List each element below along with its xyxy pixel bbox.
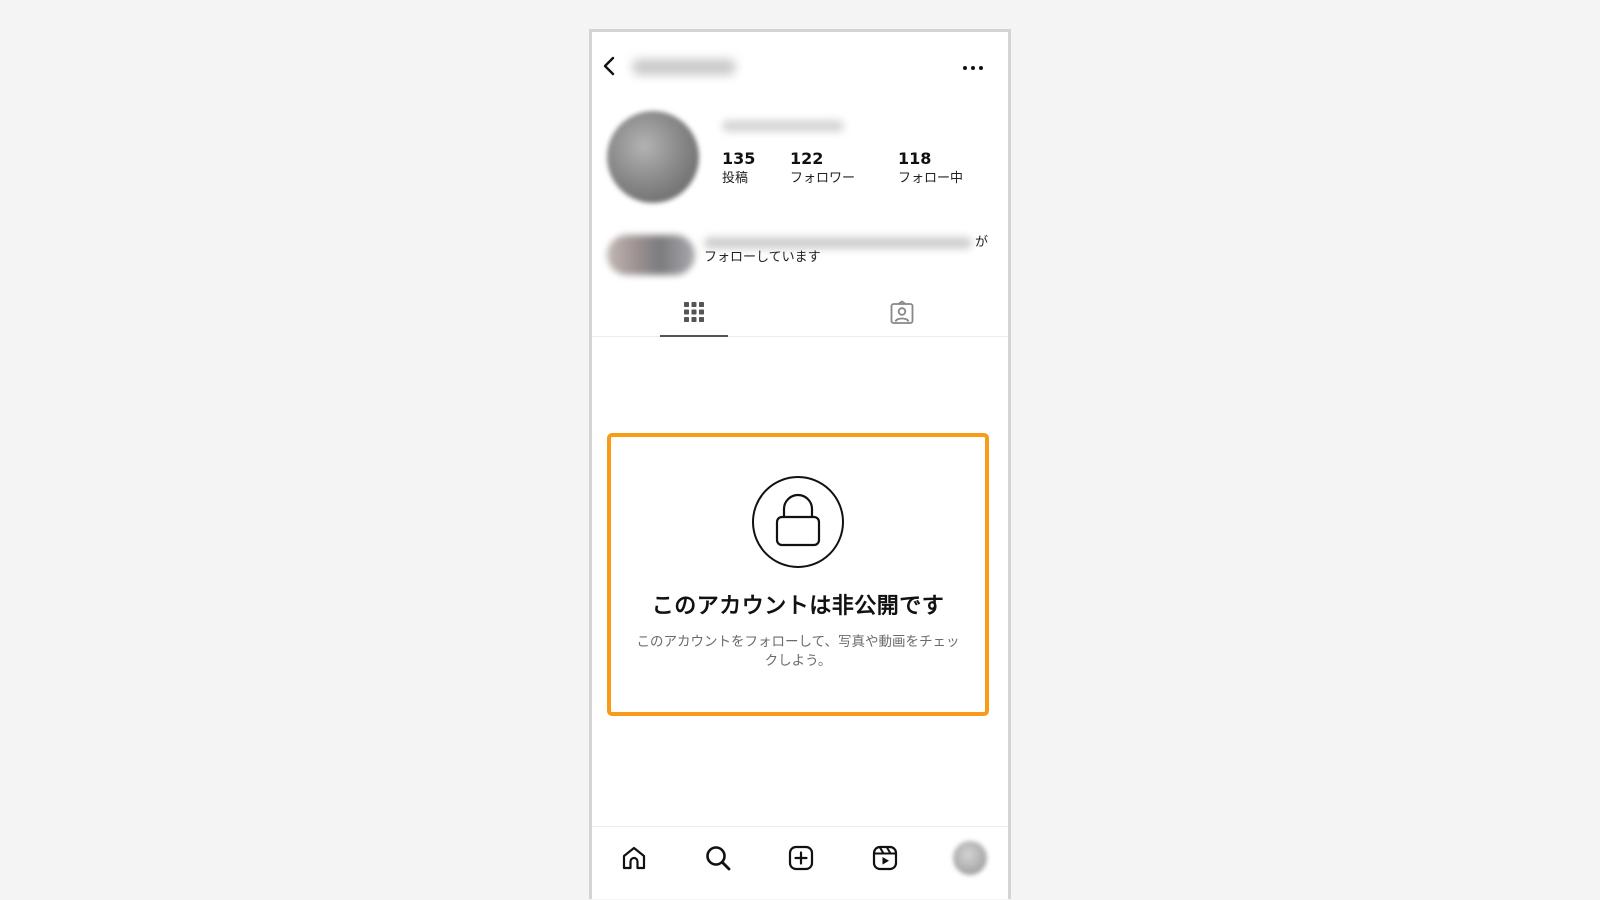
grid-icon bbox=[684, 302, 704, 322]
stat-posts-label: 投稿 bbox=[722, 171, 749, 186]
stat-followers-label: フォロワー bbox=[790, 171, 856, 186]
profile-tabs bbox=[592, 287, 1008, 337]
mutual-followers-text[interactable]: フォローしています bbox=[704, 249, 821, 267]
reels-icon[interactable] bbox=[870, 843, 900, 873]
private-title: このアカウントは非公開です bbox=[651, 594, 945, 619]
new-post-icon[interactable] bbox=[786, 843, 816, 873]
stat-following-value: 118 bbox=[898, 149, 932, 168]
mutual-followers-avatars[interactable] bbox=[607, 235, 695, 275]
profile-avatar[interactable] bbox=[607, 111, 699, 203]
stat-followers-value: 122 bbox=[790, 149, 824, 168]
more-horizontal-icon[interactable] bbox=[960, 62, 986, 74]
stat-posts-value: 135 bbox=[722, 149, 756, 168]
active-tab-underline bbox=[660, 335, 728, 337]
search-icon[interactable] bbox=[703, 843, 733, 873]
stat-posts[interactable]: 135 投稿 bbox=[722, 149, 755, 187]
stat-followers[interactable]: 122 フォロワー bbox=[790, 149, 855, 187]
home-icon[interactable] bbox=[619, 843, 649, 873]
chevron-left-icon[interactable] bbox=[598, 54, 622, 78]
tab-tagged[interactable] bbox=[867, 287, 935, 336]
stat-following[interactable]: 118 フォロー中 bbox=[898, 149, 963, 187]
mutual-followers-names-blurred bbox=[704, 237, 972, 249]
display-name-blurred bbox=[722, 120, 844, 132]
profile-header bbox=[592, 32, 1008, 102]
tagged-person-icon bbox=[890, 300, 914, 324]
mutual-followers-suffix: が bbox=[975, 235, 989, 250]
private-account-notice: このアカウントは非公開です このアカウントをフォローして、写真や動画をチェックし… bbox=[607, 433, 989, 716]
profile-avatar-tab[interactable] bbox=[953, 841, 987, 875]
private-subtitle: このアカウントをフォローして、写真や動画をチェックしよう。 bbox=[636, 634, 960, 669]
tab-posts-grid[interactable] bbox=[660, 287, 728, 337]
bottom-nav bbox=[592, 826, 1008, 899]
username-blurred bbox=[632, 59, 736, 75]
phone-screen: 135 投稿 122 フォロワー 118 フォロー中 が フォローしています こ… bbox=[589, 29, 1011, 899]
stat-following-label: フォロー中 bbox=[898, 171, 964, 186]
lock-icon bbox=[752, 476, 844, 568]
